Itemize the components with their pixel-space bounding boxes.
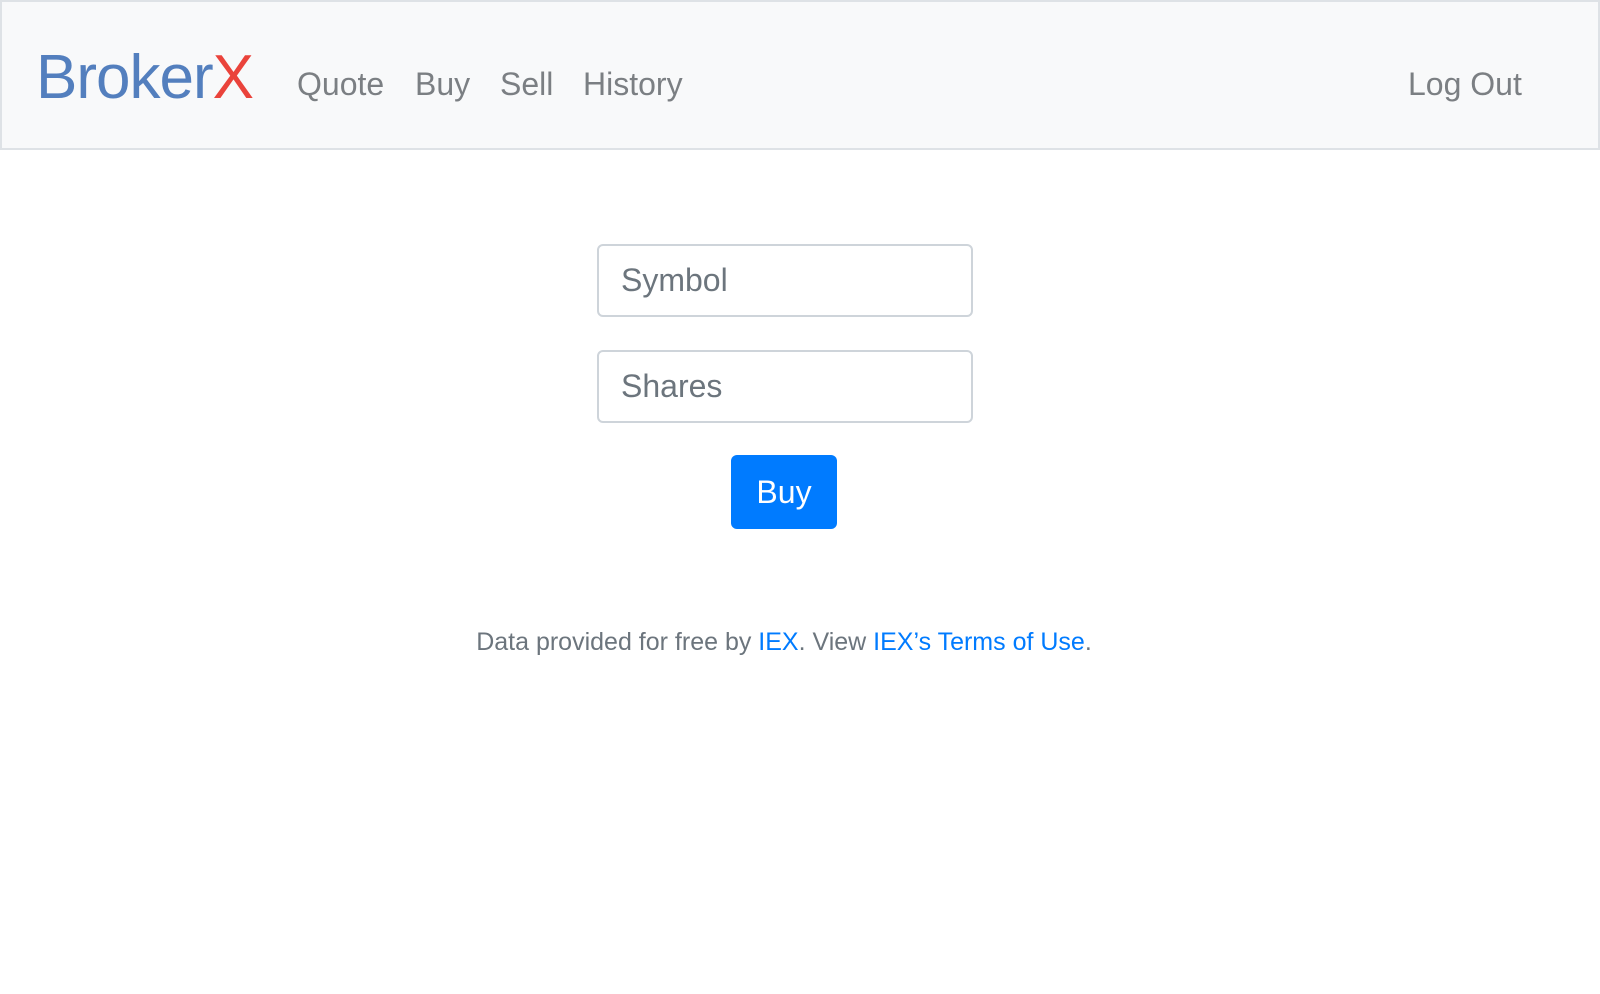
- symbol-input[interactable]: [597, 244, 973, 317]
- brand-text-primary: Broker: [36, 43, 214, 112]
- footer-text-middle: . View: [798, 628, 874, 656]
- brand-text-accent: X: [212, 43, 254, 112]
- buy-submit-button[interactable]: Buy: [731, 455, 837, 529]
- nav-link-history[interactable]: History: [583, 64, 683, 104]
- footer-text-before: Data provided for free by: [476, 628, 759, 656]
- iex-link[interactable]: IEX: [758, 628, 798, 656]
- iex-terms-link[interactable]: IEX’s Terms of Use: [873, 628, 1085, 656]
- footer-attribution: Data provided for free by IEX. View IEX’…: [0, 624, 1568, 660]
- nav-link-buy[interactable]: Buy: [415, 64, 470, 104]
- brand-logo-link[interactable]: BrokerX: [36, 42, 254, 114]
- nav-link-sell[interactable]: Sell: [500, 64, 553, 104]
- nav-link-quote[interactable]: Quote: [297, 64, 384, 104]
- footer-text-after: .: [1084, 628, 1092, 656]
- logout-link[interactable]: Log Out: [1408, 64, 1522, 104]
- navbar: BrokerX Quote Buy Sell History Log Out: [0, 0, 1600, 150]
- shares-input[interactable]: [597, 350, 973, 423]
